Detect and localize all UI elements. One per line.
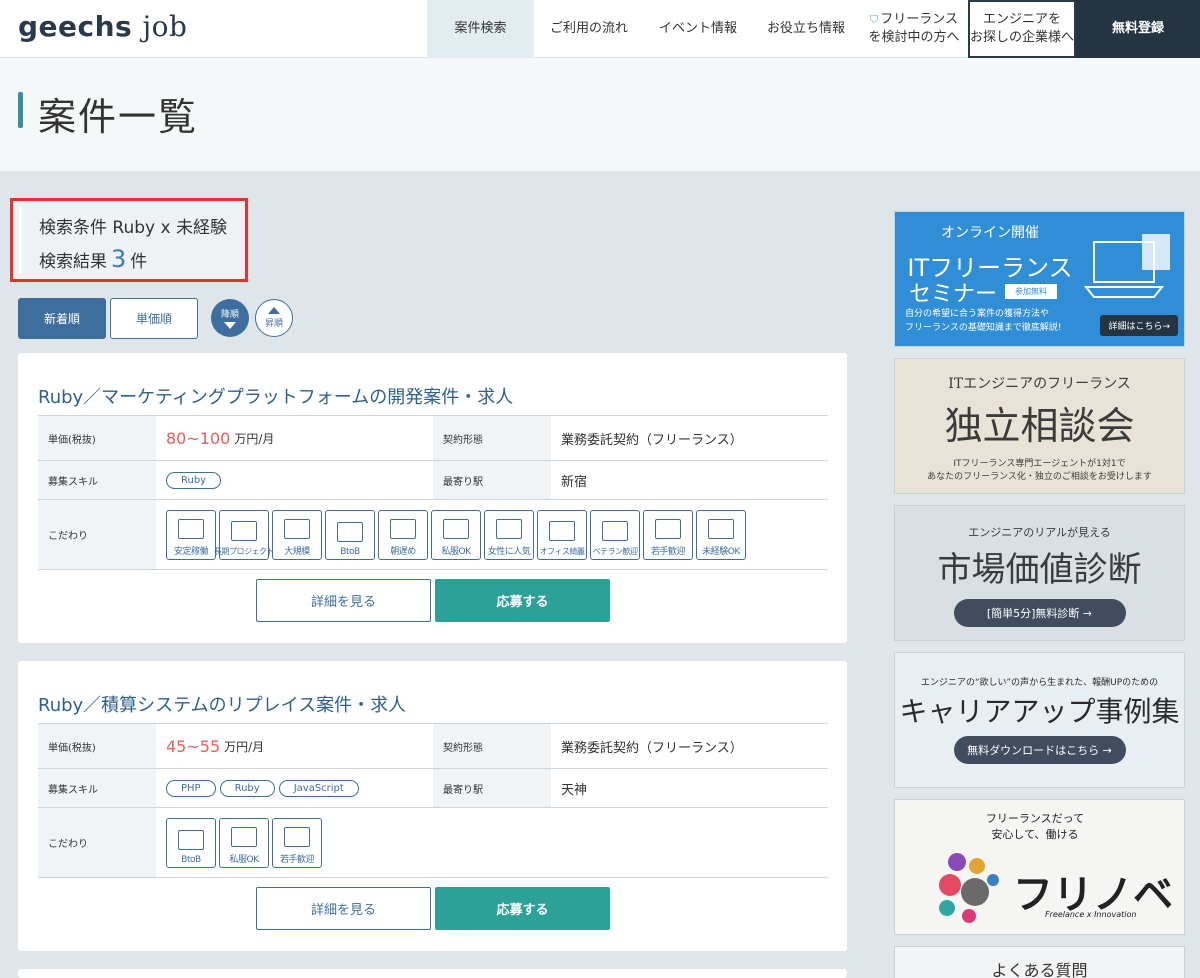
title-accent-bar: [18, 92, 23, 128]
btob-icon: BtoB: [166, 817, 216, 868]
job-station: 新宿: [561, 474, 588, 490]
clean-office-icon: オフィス綺麗: [537, 509, 587, 560]
seminar-detail-link[interactable]: 詳細はこちら→: [1100, 315, 1178, 336]
market-value-button[interactable]: [簡単5分]無料診断 →: [953, 599, 1126, 627]
apply-button[interactable]: 応募する: [435, 579, 610, 622]
job-card: [18, 969, 847, 978]
shield-icon: ⛉: [870, 12, 879, 26]
sort-asc-button[interactable]: 昇順: [255, 299, 293, 337]
nav-for-freelancers[interactable]: ⛉ フリーランス を検討中の方へ: [860, 0, 968, 58]
caret-down-icon: [224, 322, 236, 329]
skill-tag[interactable]: Ruby: [166, 471, 222, 489]
main-nav: 案件検索 ご利用の流れ イベント情報 お役立ち情報 ⛉ フリーランス を検討中の方…: [427, 0, 1200, 58]
skill-tag[interactable]: Ruby: [219, 779, 275, 797]
veteran-welcome-icon: ベテラン歓迎: [590, 509, 640, 560]
casual-clothes-icon: 私服OK: [219, 817, 269, 868]
sort-desc-button[interactable]: 降順: [211, 299, 249, 337]
search-result-count: 検索結果 3 件: [39, 245, 148, 273]
market-value-banner[interactable]: エンジニアのリアルが見える 市場価値診断 [簡単5分]無料診断 →: [894, 505, 1185, 641]
young-welcome-icon: 若手歓迎: [272, 817, 322, 868]
laptop-illustration: [1084, 234, 1170, 298]
stable-work-icon: 安定稼働: [166, 509, 216, 560]
nav-for-companies[interactable]: エンジニアを お探しの企業様へ: [968, 0, 1076, 58]
search-condition-box: 検索条件 Ruby x 未経験 検索結果 3 件: [10, 198, 248, 282]
job-card: Ruby／マーケティングプラットフォームの開発案件・求人 単価(税抜) 80~1…: [18, 353, 847, 643]
job-station: 天神: [561, 782, 588, 798]
nav-events[interactable]: イベント情報: [644, 0, 752, 58]
casual-clothes-icon: 私服OK: [431, 509, 481, 560]
furinobe-banner[interactable]: フリーランスだって 安心して、働ける フリノベ Freelance x Inno…: [894, 799, 1185, 935]
career-download-button[interactable]: 無料ダウンロードはこちら →: [953, 736, 1126, 764]
skill-tag[interactable]: PHP: [166, 779, 216, 797]
caret-up-icon: [268, 307, 280, 314]
search-condition: 検索条件 Ruby x 未経験: [39, 218, 227, 238]
feature-icons: BtoB 私服OK 若手歓迎: [156, 808, 828, 877]
nav-flow[interactable]: ご利用の流れ: [534, 0, 644, 58]
btob-icon: BtoB: [325, 509, 375, 560]
late-morning-icon: 朝遅め: [378, 509, 428, 560]
faq-banner[interactable]: よくある質問: [894, 946, 1185, 978]
job-contract: 業務委託契約（フリーランス）: [561, 740, 743, 756]
view-detail-button[interactable]: 詳細を見る: [256, 579, 431, 622]
long-term-project-icon: 長期プロジェクト: [214, 509, 275, 560]
job-price: 80~100: [166, 428, 231, 448]
skill-tag[interactable]: JavaScript: [278, 779, 359, 797]
popular-women-icon: 女性に人気: [484, 509, 534, 560]
feature-icons: 安定稼働 長期プロジェクト 大規模 BtoB 朝遅め 私服OK 女性に人気 オフ…: [156, 500, 828, 569]
career-up-banner[interactable]: エンジニアの“欲しい”の声から生まれた、報酬UPのための キャリアアップ事例集 …: [894, 652, 1185, 788]
colorful-dots-icon: [939, 853, 999, 923]
job-info-table: 単価(税抜) 45~55 万円/月 契約形態 業務委託契約（フリーランス） 募集ス…: [38, 723, 828, 878]
page-title: 案件一覧: [38, 95, 199, 139]
consultation-banner[interactable]: ITエンジニアのフリーランス 独立相談会 ITフリーランス専門エージェントが1対…: [894, 358, 1185, 494]
beginner-ok-icon: 未経験OK: [696, 509, 746, 560]
site-header: geechs job 案件検索 ご利用の流れ イベント情報 お役立ち情報 ⛉ フリ…: [0, 0, 1200, 58]
job-card: Ruby／積算システムのリプレイス案件・求人 単価(税抜) 45~55 万円/月 …: [18, 661, 847, 951]
job-title[interactable]: Ruby／積算システムのリプレイス案件・求人: [38, 691, 406, 717]
job-info-table: 単価(税抜) 80~100 万円/月 契約形態 業務委託契約（フリーランス） 募集…: [38, 415, 828, 570]
job-contract: 業務委託契約（フリーランス）: [561, 432, 743, 448]
job-price: 45~55: [166, 736, 221, 756]
nav-tips[interactable]: お役立ち情報: [752, 0, 860, 58]
nav-job-search[interactable]: 案件検索: [427, 0, 534, 58]
sort-newest-button[interactable]: 新着順: [18, 298, 106, 339]
seminar-banner[interactable]: オンライン開催 ITフリーランス セミナー 参加無料 自分の希望に合う案件の獲得…: [894, 211, 1185, 347]
apply-button[interactable]: 応募する: [435, 887, 610, 930]
sort-price-button[interactable]: 単価順: [110, 298, 198, 339]
young-welcome-icon: 若手歓迎: [643, 509, 693, 560]
site-logo[interactable]: geechs job: [18, 10, 187, 43]
register-button[interactable]: 無料登録: [1076, 0, 1200, 58]
view-detail-button[interactable]: 詳細を見る: [256, 887, 431, 930]
large-scale-icon: 大規模: [272, 509, 322, 560]
job-title[interactable]: Ruby／マーケティングプラットフォームの開発案件・求人: [38, 383, 513, 409]
